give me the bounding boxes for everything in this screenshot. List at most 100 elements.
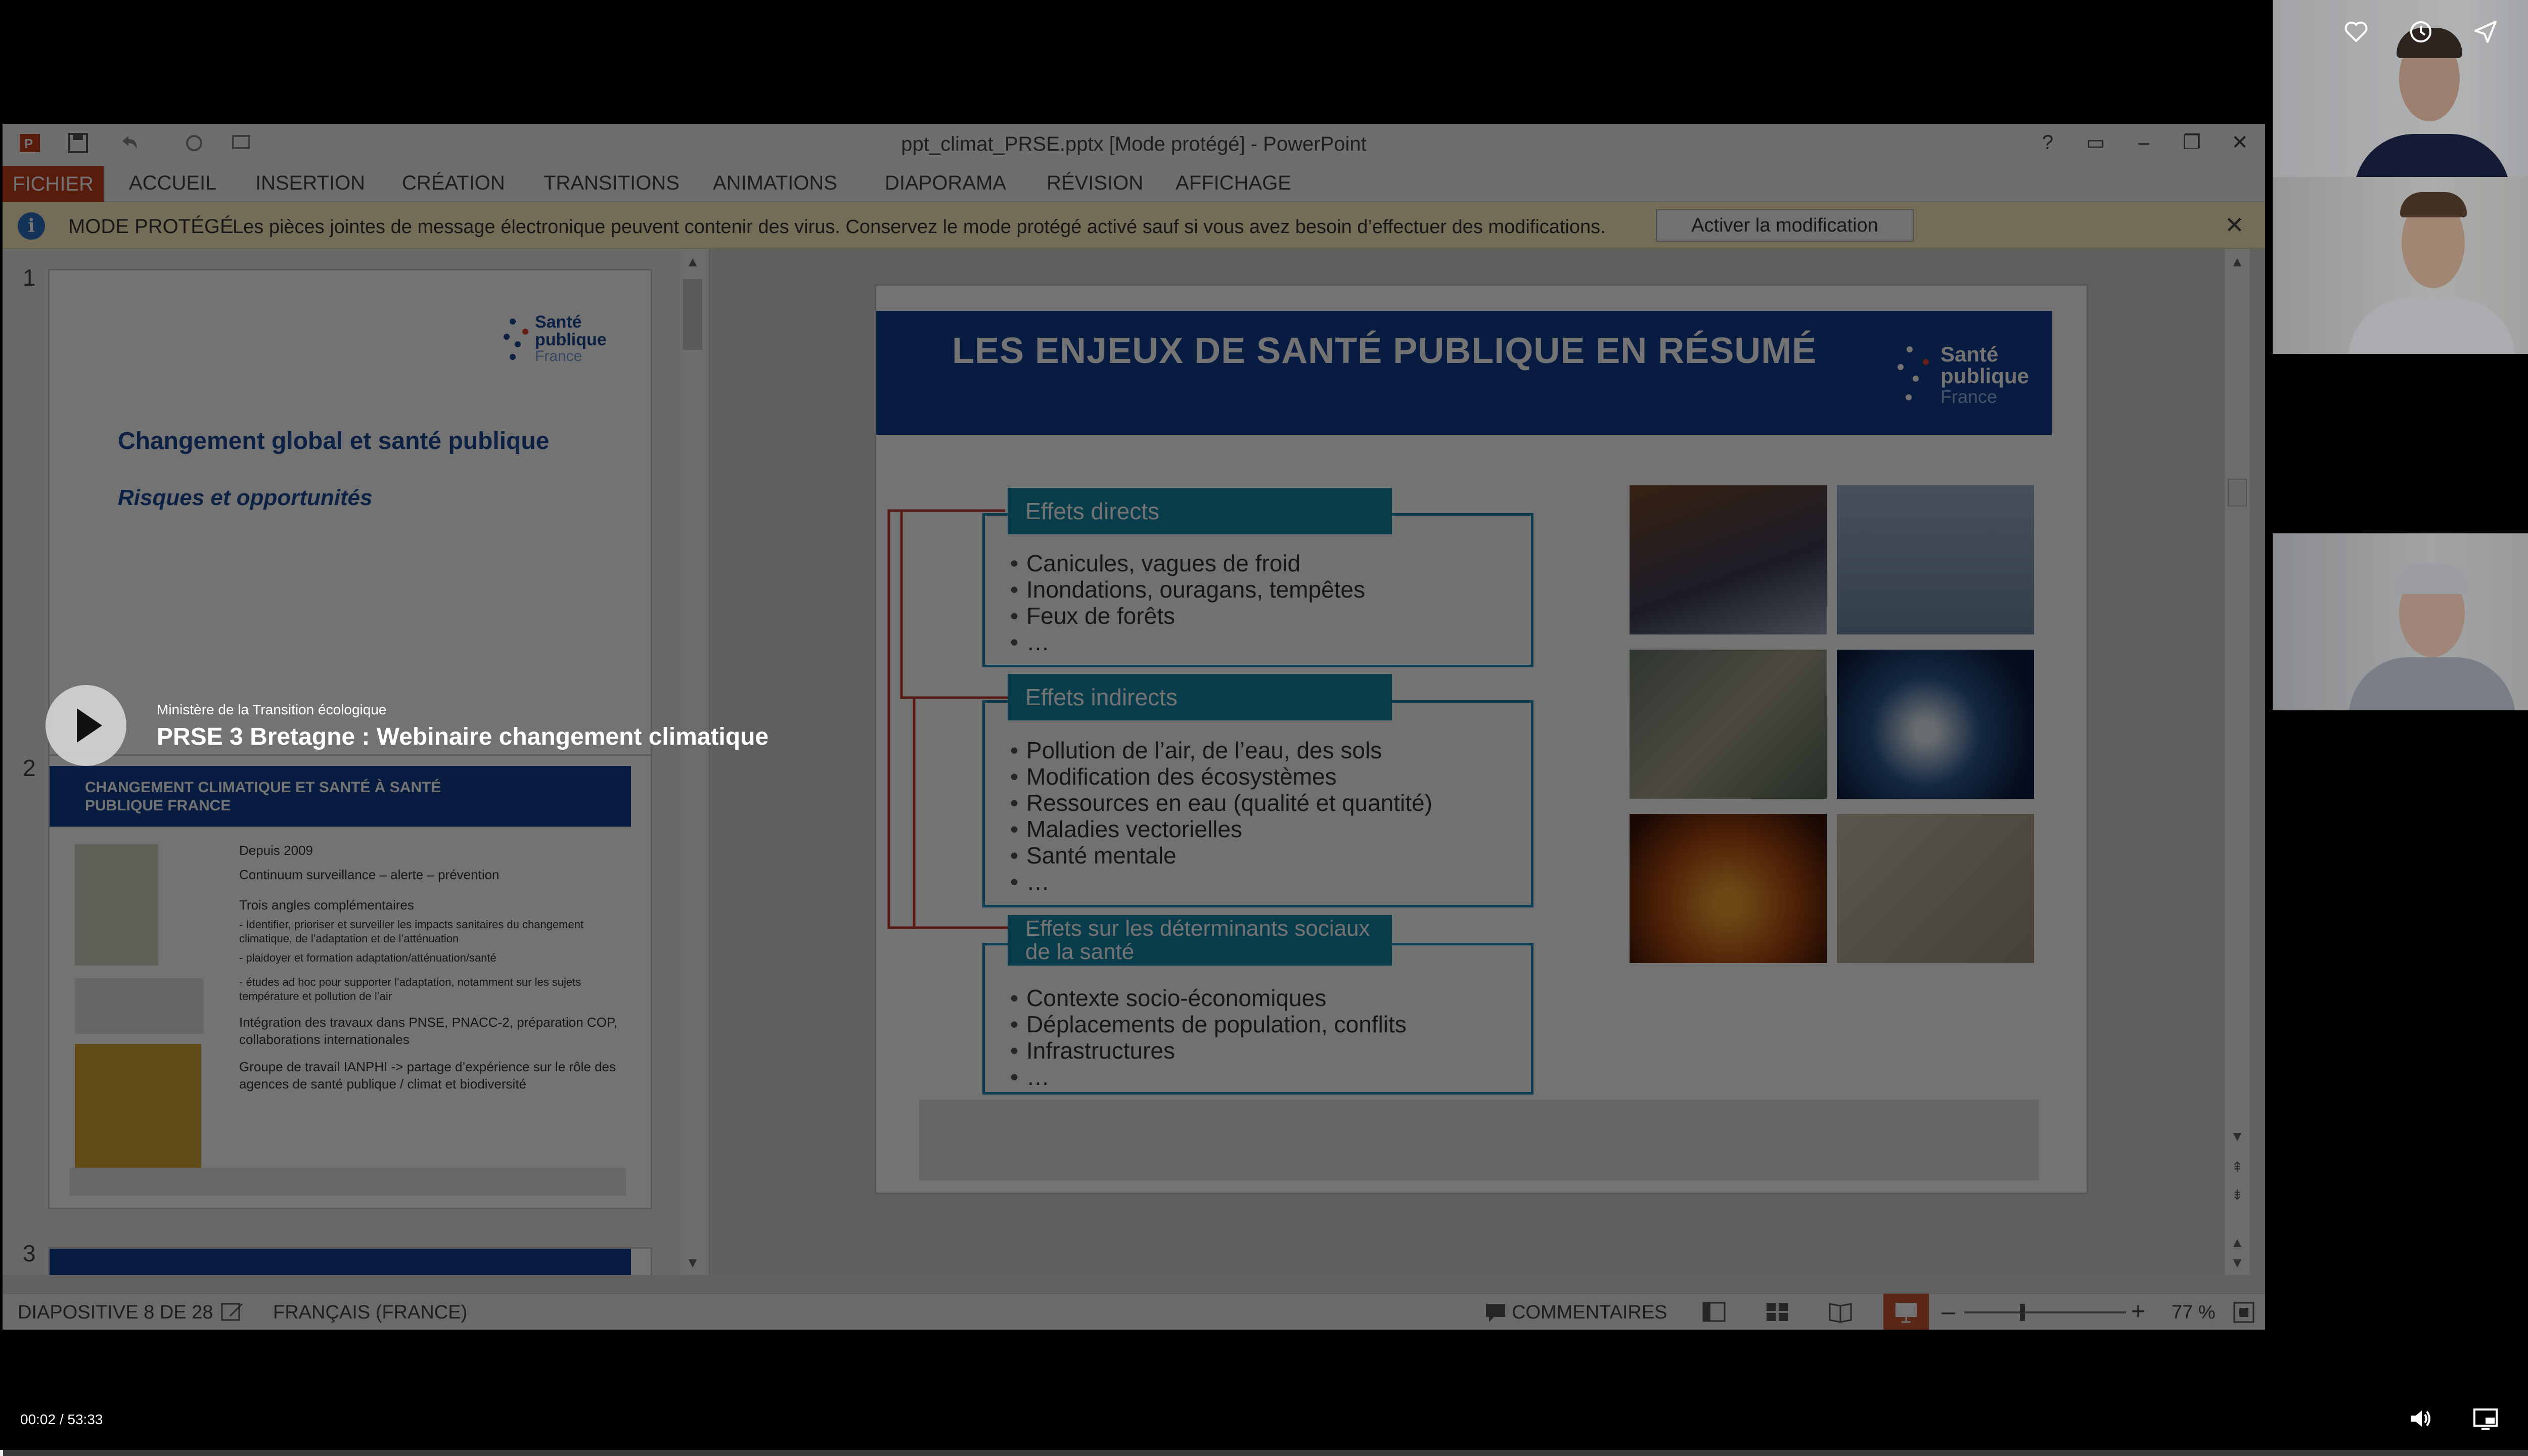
reading-view-icon[interactable] (1828, 1301, 1853, 1323)
thumbnail-bullets: Depuis 2009 Continuum surveillance – ale… (239, 842, 634, 1093)
window-title: ppt_climat_PRSE.pptx [Mode protégé] - Po… (901, 133, 1367, 155)
list-item: Modification des écosystèmes (1010, 763, 1432, 790)
bullet: - études ad hoc pour supporter l’adaptat… (239, 976, 581, 1003)
thumbnail-title: Changement global et santé publique (118, 428, 550, 454)
slideshow-icon (1895, 1303, 1917, 1323)
progress-fill (0, 1450, 3, 1456)
zoom-level[interactable]: 77 % (2172, 1302, 2216, 1324)
enable-editing-button[interactable]: Activer la modification (1656, 209, 1914, 242)
slide-editing-area: LES ENJEUX DE SANTÉ PUBLIQUE EN RÉSUMÉ S… (713, 249, 2250, 1275)
bullet: Intégration des travaux dans PNSE, PNACC… (239, 1015, 618, 1047)
language-indicator[interactable]: FRANÇAIS (FRANCE) (273, 1302, 467, 1324)
zoom-slider-thumb[interactable] (2020, 1304, 2025, 1321)
thumbnail-slide-3[interactable] (48, 1247, 652, 1275)
thumbnail-image (75, 978, 204, 1034)
box-label: Effets sur les déterminants sociaux de l… (1008, 915, 1392, 966)
protected-view-message: Les pièces jointes de message électroniq… (233, 216, 1606, 238)
bullet: Depuis 2009 (239, 843, 313, 858)
list-item: Déplacements de population, conflits (1010, 1011, 1407, 1037)
list-item: … (1010, 869, 1432, 895)
tab-animations[interactable]: ANIMATIONS (713, 172, 837, 195)
ribbon-display-button[interactable]: ▭ (2081, 129, 2111, 157)
list-item: Ressources en eau (qualité et quantité) (1010, 790, 1432, 816)
list-item: Canicules, vagues de froid (1010, 550, 1365, 576)
photo-flood (1630, 650, 1827, 799)
scrollbar-thumb[interactable] (683, 279, 702, 350)
scroll-down-icon[interactable]: ▼ (680, 1255, 705, 1271)
scroll-up-icon[interactable]: ▲ (2225, 1235, 2250, 1251)
list-item: … (1010, 629, 1365, 655)
list-item: Santé mentale (1010, 842, 1432, 869)
effects-box-social: Contexte socio-économiques Déplacements … (982, 943, 1533, 1095)
slide-sorter-icon[interactable] (1765, 1301, 1790, 1323)
thumbnail-slide-1[interactable]: Santé publique France Changement global … (48, 269, 652, 775)
slide-notes-area[interactable] (919, 1100, 2039, 1180)
slide-number: 1 (23, 264, 36, 291)
box-list: Pollution de l’air, de l’eau, des sols M… (1010, 737, 1432, 895)
thumbnail-image (75, 844, 158, 966)
scrollbar-thumb[interactable] (2228, 479, 2247, 507)
minimize-button[interactable]: – (2129, 129, 2159, 157)
effects-box-indirect: Pollution de l’air, de l’eau, des sols M… (982, 700, 1533, 907)
close-button[interactable]: ✕ (2225, 129, 2255, 157)
thumbnails-scrollbar[interactable]: ▲ ▼ (680, 249, 705, 1275)
player-controls (0, 1400, 2528, 1446)
list-item: … (1010, 1064, 1407, 1090)
slideshow-view-button[interactable] (1883, 1294, 1929, 1330)
close-icon[interactable]: ✕ (2225, 211, 2244, 239)
fit-to-window-icon[interactable] (2232, 1301, 2255, 1324)
slide-number: 3 (23, 1240, 36, 1266)
zoom-in-button[interactable]: + (2131, 1298, 2145, 1326)
tab-affichage[interactable]: AFFICHAGE (1176, 172, 1291, 195)
list-item: Pollution de l’air, de l’eau, des sols (1010, 737, 1432, 763)
video-player[interactable]: P ppt_climat_PRSE.pptx [Mode protégé] - … (0, 0, 2265, 1456)
progress-bar[interactable] (0, 1450, 2528, 1456)
tab-revision[interactable]: RÉVISION (1047, 172, 1143, 195)
tab-transitions[interactable]: TRANSITIONS (544, 172, 680, 195)
sante-publique-logo: Santé publique France (500, 306, 626, 372)
scroll-down-icon[interactable]: ▼ (2225, 1128, 2250, 1145)
share-icon[interactable] (2471, 18, 2500, 46)
title-bar: P ppt_climat_PRSE.pptx [Mode protégé] - … (3, 124, 2265, 162)
tab-creation[interactable]: CRÉATION (402, 172, 505, 195)
previous-slide-icon[interactable]: ⇞ (2225, 1159, 2250, 1175)
effects-box-direct: Canicules, vagues de froid Inondations, … (982, 513, 1533, 667)
heart-icon[interactable] (2342, 18, 2370, 46)
list-item: Maladies vectorielles (1010, 816, 1432, 842)
bullet: Trois angles complémentaires (239, 897, 414, 913)
play-icon[interactable] (46, 685, 126, 766)
box-label: Effets indirects (1008, 674, 1392, 720)
tab-fichier[interactable]: FICHIER (3, 166, 104, 202)
thumbnail-slide-2[interactable]: CHANGEMENT CLIMATIQUE ET SANTÉ À SANTÉ P… (48, 754, 652, 1209)
notes-edit-icon[interactable] (220, 1301, 245, 1323)
volume-icon[interactable] (2407, 1404, 2435, 1433)
zoom-out-button[interactable]: – (1942, 1298, 1955, 1326)
slide-number: 2 (23, 755, 36, 781)
status-bar: DIAPOSITIVE 8 DE 28 FRANÇAIS (FRANCE) CO… (3, 1293, 2265, 1330)
tab-accueil[interactable]: ACCUEIL (129, 172, 216, 195)
scroll-up-icon[interactable]: ▲ (2225, 254, 2250, 270)
bullet: Groupe de travail IANPHI -> partage d’ex… (239, 1059, 616, 1091)
normal-view-icon[interactable] (1701, 1301, 1727, 1323)
tab-diaporama[interactable]: DIAPORAMA (885, 172, 1006, 195)
slide-scrollbar[interactable]: ▲ ▼ ⇞ ⇟ ▲ ▼ (2225, 249, 2250, 1275)
clock-icon[interactable] (2407, 18, 2435, 46)
list-item: Contexte socio-économiques (1010, 985, 1407, 1011)
restore-button[interactable]: ❐ (2177, 129, 2207, 157)
tab-insertion[interactable]: INSERTION (255, 172, 365, 195)
scroll-down-icon[interactable]: ▼ (2225, 1255, 2250, 1271)
scroll-up-icon[interactable]: ▲ (680, 254, 705, 270)
help-button[interactable]: ? (2033, 129, 2063, 157)
next-slide-icon[interactable]: ⇟ (2225, 1187, 2250, 1203)
comments-button[interactable]: COMMENTAIRES (1512, 1302, 1667, 1324)
picture-in-picture-icon[interactable] (2471, 1404, 2500, 1433)
protected-view-bar: i MODE PROTÉGÉ Les pièces jointes de mes… (3, 202, 2265, 249)
bullet: - plaidoyer et formation adaptation/atté… (239, 951, 496, 964)
comment-icon[interactable] (1484, 1302, 1507, 1323)
video-channel[interactable]: Ministère de la Transition écologique (157, 702, 386, 718)
zoom-slider[interactable] (1964, 1311, 2126, 1313)
photo-drought (1837, 814, 2034, 963)
box-list: Contexte socio-économiques Déplacements … (1010, 985, 1407, 1090)
video-title[interactable]: PRSE 3 Bretagne : Webinaire changement c… (157, 723, 769, 751)
box-list: Canicules, vagues de froid Inondations, … (1010, 550, 1365, 655)
